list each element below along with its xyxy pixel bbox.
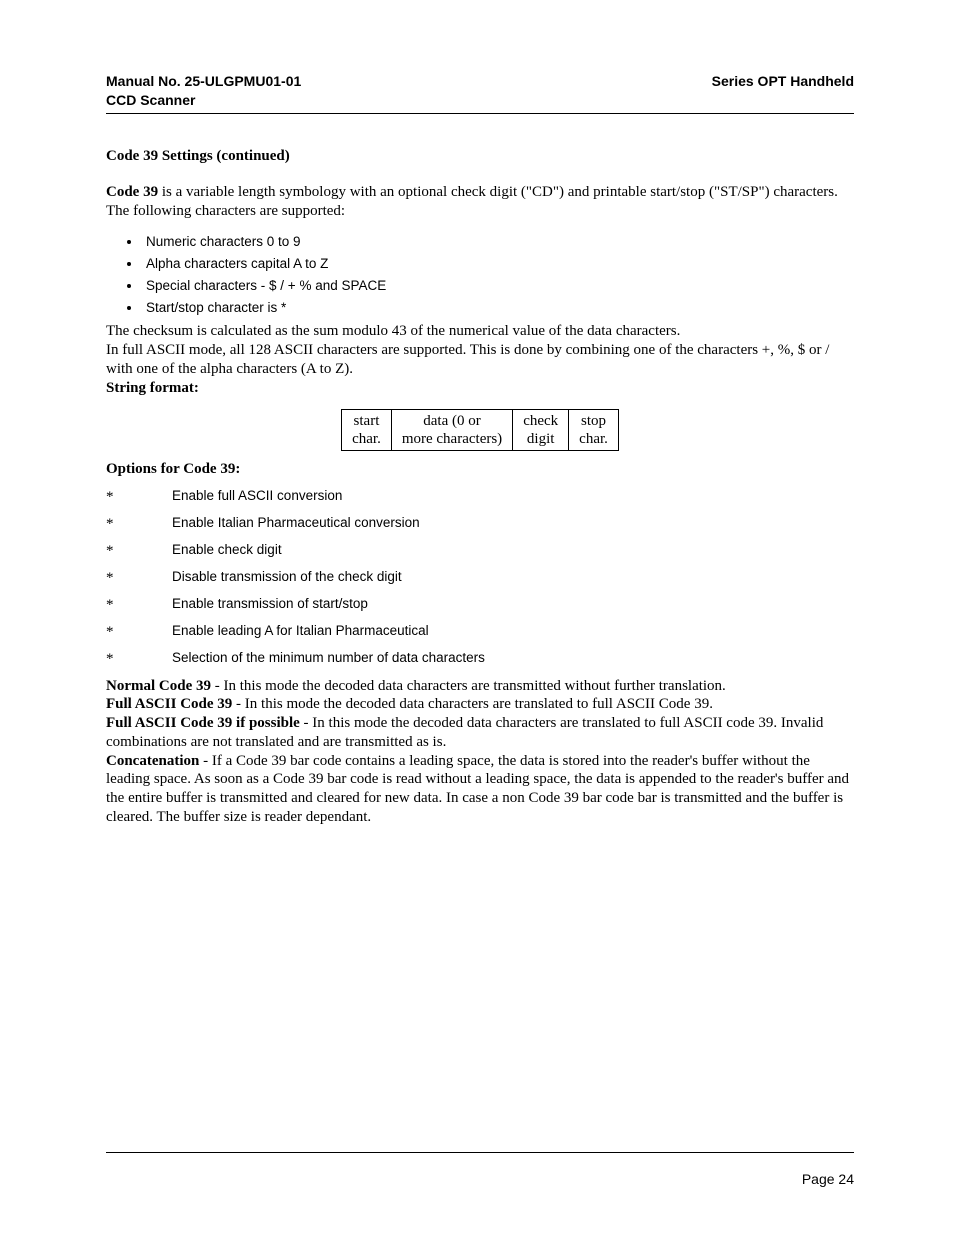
bullet-star: * bbox=[106, 596, 172, 614]
options-title: Options for Code 39: bbox=[106, 461, 854, 478]
string-format-table: start char. data (0 or more characters) … bbox=[341, 409, 619, 451]
footer-rule bbox=[106, 1152, 854, 1153]
cell-line: start bbox=[354, 413, 380, 429]
header-rule bbox=[106, 113, 854, 114]
header-left: Manual No. 25-ULGPMU01-01 CCD Scanner bbox=[106, 72, 301, 110]
option-text: Selection of the minimum number of data … bbox=[172, 650, 854, 668]
mode-full-ascii: Full ASCII Code 39 - In this mode the de… bbox=[106, 695, 854, 714]
cell-line: data (0 or bbox=[423, 413, 480, 429]
checksum-paragraph: The checksum is calculated as the sum mo… bbox=[106, 322, 854, 378]
option-text: Enable Italian Pharmaceutical conversion bbox=[172, 515, 854, 533]
list-item: *Enable leading A for Italian Pharmaceut… bbox=[106, 623, 854, 641]
mode-full-ascii-possible: Full ASCII Code 39 if possible - In this… bbox=[106, 714, 854, 752]
list-item: *Selection of the minimum number of data… bbox=[106, 650, 854, 668]
bullet-star: * bbox=[106, 623, 172, 641]
intro-paragraph: Code 39 is a variable length symbology w… bbox=[106, 183, 854, 221]
table-cell-stop: stop char. bbox=[569, 409, 619, 450]
list-item: Special characters - $ / + % and SPACE bbox=[142, 278, 854, 293]
option-text: Enable transmission of start/stop bbox=[172, 596, 854, 614]
page-header: Manual No. 25-ULGPMU01-01 CCD Scanner Se… bbox=[106, 72, 854, 110]
manual-number: Manual No. 25-ULGPMU01-01 bbox=[106, 72, 301, 91]
mode-name: Full ASCII Code 39 bbox=[106, 696, 232, 712]
list-item: Start/stop character is * bbox=[142, 300, 854, 315]
bullet-star: * bbox=[106, 542, 172, 560]
string-format-table-wrap: start char. data (0 or more characters) … bbox=[106, 409, 854, 451]
bullet-star: * bbox=[106, 488, 172, 506]
product-name: CCD Scanner bbox=[106, 91, 301, 110]
mode-text: - If a Code 39 bar code contains a leadi… bbox=[106, 753, 849, 825]
supported-characters-list: Numeric characters 0 to 9 Alpha characte… bbox=[106, 234, 854, 315]
cell-line: check bbox=[523, 413, 558, 429]
mode-name: Concatenation bbox=[106, 753, 199, 769]
string-format-label: String format: bbox=[106, 380, 854, 397]
intro-bold: Code 39 bbox=[106, 184, 158, 200]
list-item: *Disable transmission of the check digit bbox=[106, 569, 854, 587]
section-title: Code 39 Settings (continued) bbox=[106, 148, 854, 165]
bullet-star: * bbox=[106, 650, 172, 668]
mode-text: - In this mode the decoded data characte… bbox=[232, 696, 713, 712]
cell-line: char. bbox=[579, 431, 608, 447]
intro-text: is a variable length symbology with an o… bbox=[106, 184, 838, 219]
cell-line: stop bbox=[581, 413, 606, 429]
table-cell-check: check digit bbox=[513, 409, 569, 450]
mode-concatenation: Concatenation - If a Code 39 bar code co… bbox=[106, 752, 854, 827]
table-cell-start: start char. bbox=[342, 409, 392, 450]
table-cell-data: data (0 or more characters) bbox=[391, 409, 512, 450]
list-item: *Enable transmission of start/stop bbox=[106, 596, 854, 614]
series-name: Series OPT Handheld bbox=[712, 72, 854, 91]
cell-line: more characters) bbox=[402, 431, 502, 447]
list-item: *Enable Italian Pharmaceutical conversio… bbox=[106, 515, 854, 533]
option-text: Disable transmission of the check digit bbox=[172, 569, 854, 587]
mode-normal: Normal Code 39 - In this mode the decode… bbox=[106, 677, 854, 696]
bullet-star: * bbox=[106, 569, 172, 587]
list-item: Numeric characters 0 to 9 bbox=[142, 234, 854, 249]
option-text: Enable full ASCII conversion bbox=[172, 488, 854, 506]
ascii-mode-line: In full ASCII mode, all 128 ASCII charac… bbox=[106, 341, 854, 379]
list-item: Alpha characters capital A to Z bbox=[142, 256, 854, 271]
document-page: Manual No. 25-ULGPMU01-01 CCD Scanner Se… bbox=[0, 0, 954, 1235]
cell-line: digit bbox=[527, 431, 555, 447]
mode-name: Normal Code 39 bbox=[106, 678, 211, 694]
header-right: Series OPT Handheld bbox=[712, 72, 854, 110]
option-text: Enable leading A for Italian Pharmaceuti… bbox=[172, 623, 854, 641]
cell-line: char. bbox=[352, 431, 381, 447]
list-item: *Enable full ASCII conversion bbox=[106, 488, 854, 506]
list-item: *Enable check digit bbox=[106, 542, 854, 560]
mode-descriptions: Normal Code 39 - In this mode the decode… bbox=[106, 677, 854, 827]
checksum-line: The checksum is calculated as the sum mo… bbox=[106, 322, 854, 341]
option-text: Enable check digit bbox=[172, 542, 854, 560]
mode-name: Full ASCII Code 39 if possible bbox=[106, 715, 300, 731]
options-list: *Enable full ASCII conversion *Enable It… bbox=[106, 488, 854, 668]
bullet-star: * bbox=[106, 515, 172, 533]
page-number: Page 24 bbox=[802, 1171, 854, 1187]
mode-text: - In this mode the decoded data characte… bbox=[211, 678, 726, 694]
